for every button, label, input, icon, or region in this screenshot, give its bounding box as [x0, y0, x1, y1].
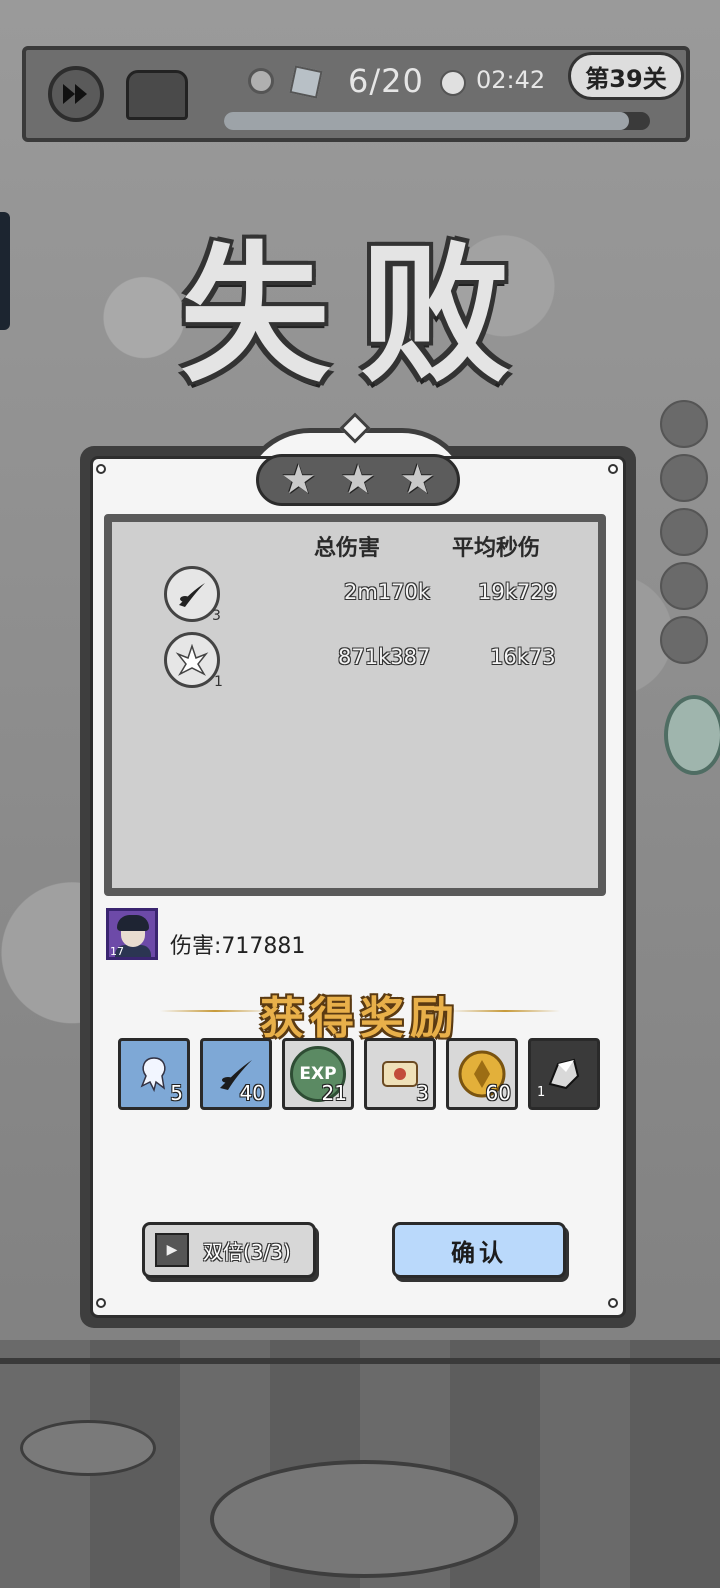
panel-rivet [608, 464, 618, 474]
treasure-chest-icon[interactable] [126, 70, 188, 120]
skill-dps: 16k73 [490, 645, 556, 669]
summon-pool [210, 1460, 518, 1578]
reward-count: 1 [537, 1085, 546, 1100]
ground-line [0, 1358, 720, 1364]
panel-rivet [96, 464, 106, 474]
skill-level: 1 [214, 674, 223, 690]
side-skill-slot[interactable] [660, 454, 708, 502]
panel-rivet [96, 1298, 106, 1308]
fast-forward-icon [63, 84, 87, 104]
video-icon: ▶ [155, 1233, 189, 1267]
skill-dps: 19k729 [478, 580, 557, 604]
reward-count: 60 [485, 1081, 511, 1105]
reward-item[interactable]: 60 [446, 1038, 518, 1110]
summon-pool-small [20, 1420, 156, 1476]
skill-total-damage: 871k387 [338, 645, 431, 669]
reward-item[interactable]: 40 [200, 1038, 272, 1110]
star-icon: ★ [399, 457, 436, 503]
reward-item[interactable]: EXP 21 [282, 1038, 354, 1110]
left-edge-tab[interactable] [0, 212, 10, 330]
panel-rivet [608, 1298, 618, 1308]
side-ex-button[interactable] [664, 695, 720, 775]
hero-level: 17 [110, 945, 124, 958]
side-skill-slot[interactable] [660, 616, 708, 664]
dps-header: 平均秒伤 [452, 535, 541, 561]
reward-item[interactable]: 5 [118, 1038, 190, 1110]
confirm-button[interactable]: 确认 [392, 1222, 566, 1278]
hero-damage: 伤害:717881 [170, 934, 306, 959]
defeat-title: 失败 [180, 227, 541, 403]
skill-total-damage: 2m170k [344, 580, 431, 604]
wave-progress-fill [224, 112, 629, 130]
star-rating: ★ ★ ★ [256, 454, 460, 506]
coin-icon [248, 68, 274, 94]
gem-icon [289, 65, 323, 99]
reward-count: 3 [416, 1081, 429, 1105]
clock-icon [440, 70, 466, 96]
double-reward-button[interactable]: ▶ 双倍(3/3) [142, 1222, 316, 1278]
star-icon: ★ [340, 457, 376, 503]
side-skill-slot[interactable] [660, 562, 708, 610]
ice-spirit-card-icon [140, 1057, 166, 1093]
reward-count: 40 [239, 1081, 265, 1105]
wave-counter: 6/20 [348, 62, 424, 100]
reward-count: 5 [170, 1081, 183, 1105]
ice-crystal-icon [164, 632, 220, 688]
reward-item[interactable]: 1 [528, 1038, 600, 1110]
side-skill-slot[interactable] [660, 400, 708, 448]
reward-item[interactable]: 3 [364, 1038, 436, 1110]
fast-forward-button[interactable] [48, 66, 104, 122]
side-skill-slot[interactable] [660, 508, 708, 556]
reward-count: 21 [321, 1081, 347, 1105]
star-icon: ★ [280, 457, 317, 503]
timer: 02:42 [476, 66, 546, 94]
level-badge: 第39关 [568, 52, 684, 100]
double-reward-label: 双倍(3/3) [203, 1239, 291, 1264]
ore-icon [548, 1058, 580, 1090]
total-damage-header: 总伤害 [314, 535, 381, 561]
reward-title: 获得奖励 [260, 993, 460, 1044]
skill-level: 3 [212, 608, 221, 624]
